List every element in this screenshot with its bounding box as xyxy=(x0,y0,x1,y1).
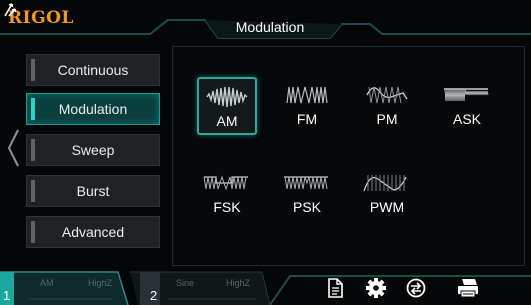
nav-item-label: Sweep xyxy=(71,142,115,158)
mod-type-ask[interactable]: ASK xyxy=(437,77,497,135)
mod-type-fsk[interactable]: FSK xyxy=(197,165,257,223)
ask-waveform-icon xyxy=(444,88,489,102)
channel-1-tab[interactable]: 1 AM HighZ xyxy=(0,266,128,305)
channel-2-tab[interactable]: 2 Sine HighZ xyxy=(130,266,270,305)
page-title: Modulation xyxy=(235,19,305,35)
gear-icon[interactable] xyxy=(365,277,387,299)
am-waveform-icon xyxy=(206,86,248,108)
nav-item-indicator xyxy=(31,221,35,243)
mod-type-label: ASK xyxy=(452,111,481,127)
psk-waveform-icon xyxy=(284,176,328,190)
chevron-left-icon[interactable] xyxy=(6,128,20,168)
nav-item-continuous[interactable]: Continuous xyxy=(26,54,160,86)
mod-type-label: FSK xyxy=(213,199,241,215)
mod-type-label: AM xyxy=(216,113,238,129)
channel-mode: AM xyxy=(40,278,54,288)
header: RIGOL Modulation xyxy=(0,0,531,46)
nav-item-indicator xyxy=(31,139,35,161)
nav-item-modulation[interactable]: Modulation xyxy=(26,93,160,125)
mod-type-am[interactable]: AM xyxy=(197,77,257,135)
return-icon[interactable] xyxy=(405,277,427,299)
channel-mode: Sine xyxy=(176,278,195,288)
nav-item-advanced[interactable]: Advanced xyxy=(26,216,160,248)
mod-type-fm[interactable]: FM xyxy=(277,77,337,135)
channel-load: HighZ xyxy=(88,278,113,288)
nav-item-label: Advanced xyxy=(61,224,125,240)
fm-waveform-icon xyxy=(286,86,328,104)
nav-item-burst[interactable]: Burst xyxy=(26,175,160,207)
bottom-bar: 1 AM HighZ 2 Sine HighZ xyxy=(0,266,531,305)
nav-item-sweep[interactable]: Sweep xyxy=(26,134,160,166)
nav-item-label: Continuous xyxy=(57,62,129,78)
pwm-waveform-icon xyxy=(363,175,407,192)
mod-type-label: PWM xyxy=(369,199,405,215)
screen: RIGOL Modulation Continuous Modulation S… xyxy=(0,0,531,305)
channel-number: 2 xyxy=(150,288,158,303)
channel-load: HighZ xyxy=(226,278,251,288)
mod-type-psk[interactable]: PSK xyxy=(277,165,337,223)
nav-item-indicator xyxy=(31,180,35,202)
mod-type-label: PSK xyxy=(292,199,321,215)
modulation-type-panel: AM FM PM ASK FSK PSK PWM xyxy=(172,46,525,266)
pm-waveform-icon xyxy=(366,86,408,104)
printer-icon[interactable] xyxy=(455,277,481,299)
nav-item-label: Burst xyxy=(76,183,110,199)
document-icon[interactable] xyxy=(324,277,346,299)
nav-item-indicator xyxy=(31,98,35,120)
mod-type-pwm[interactable]: PWM xyxy=(357,165,417,223)
nav-item-label: Modulation xyxy=(58,101,128,117)
mod-type-label: FM xyxy=(296,111,318,127)
channel-number: 1 xyxy=(3,288,11,303)
mod-type-pm[interactable]: PM xyxy=(357,77,417,135)
mod-type-label: PM xyxy=(376,111,398,127)
sync-arrows-icon[interactable] xyxy=(0,0,20,20)
fsk-waveform-icon xyxy=(203,175,248,191)
nav-item-indicator xyxy=(31,59,35,81)
